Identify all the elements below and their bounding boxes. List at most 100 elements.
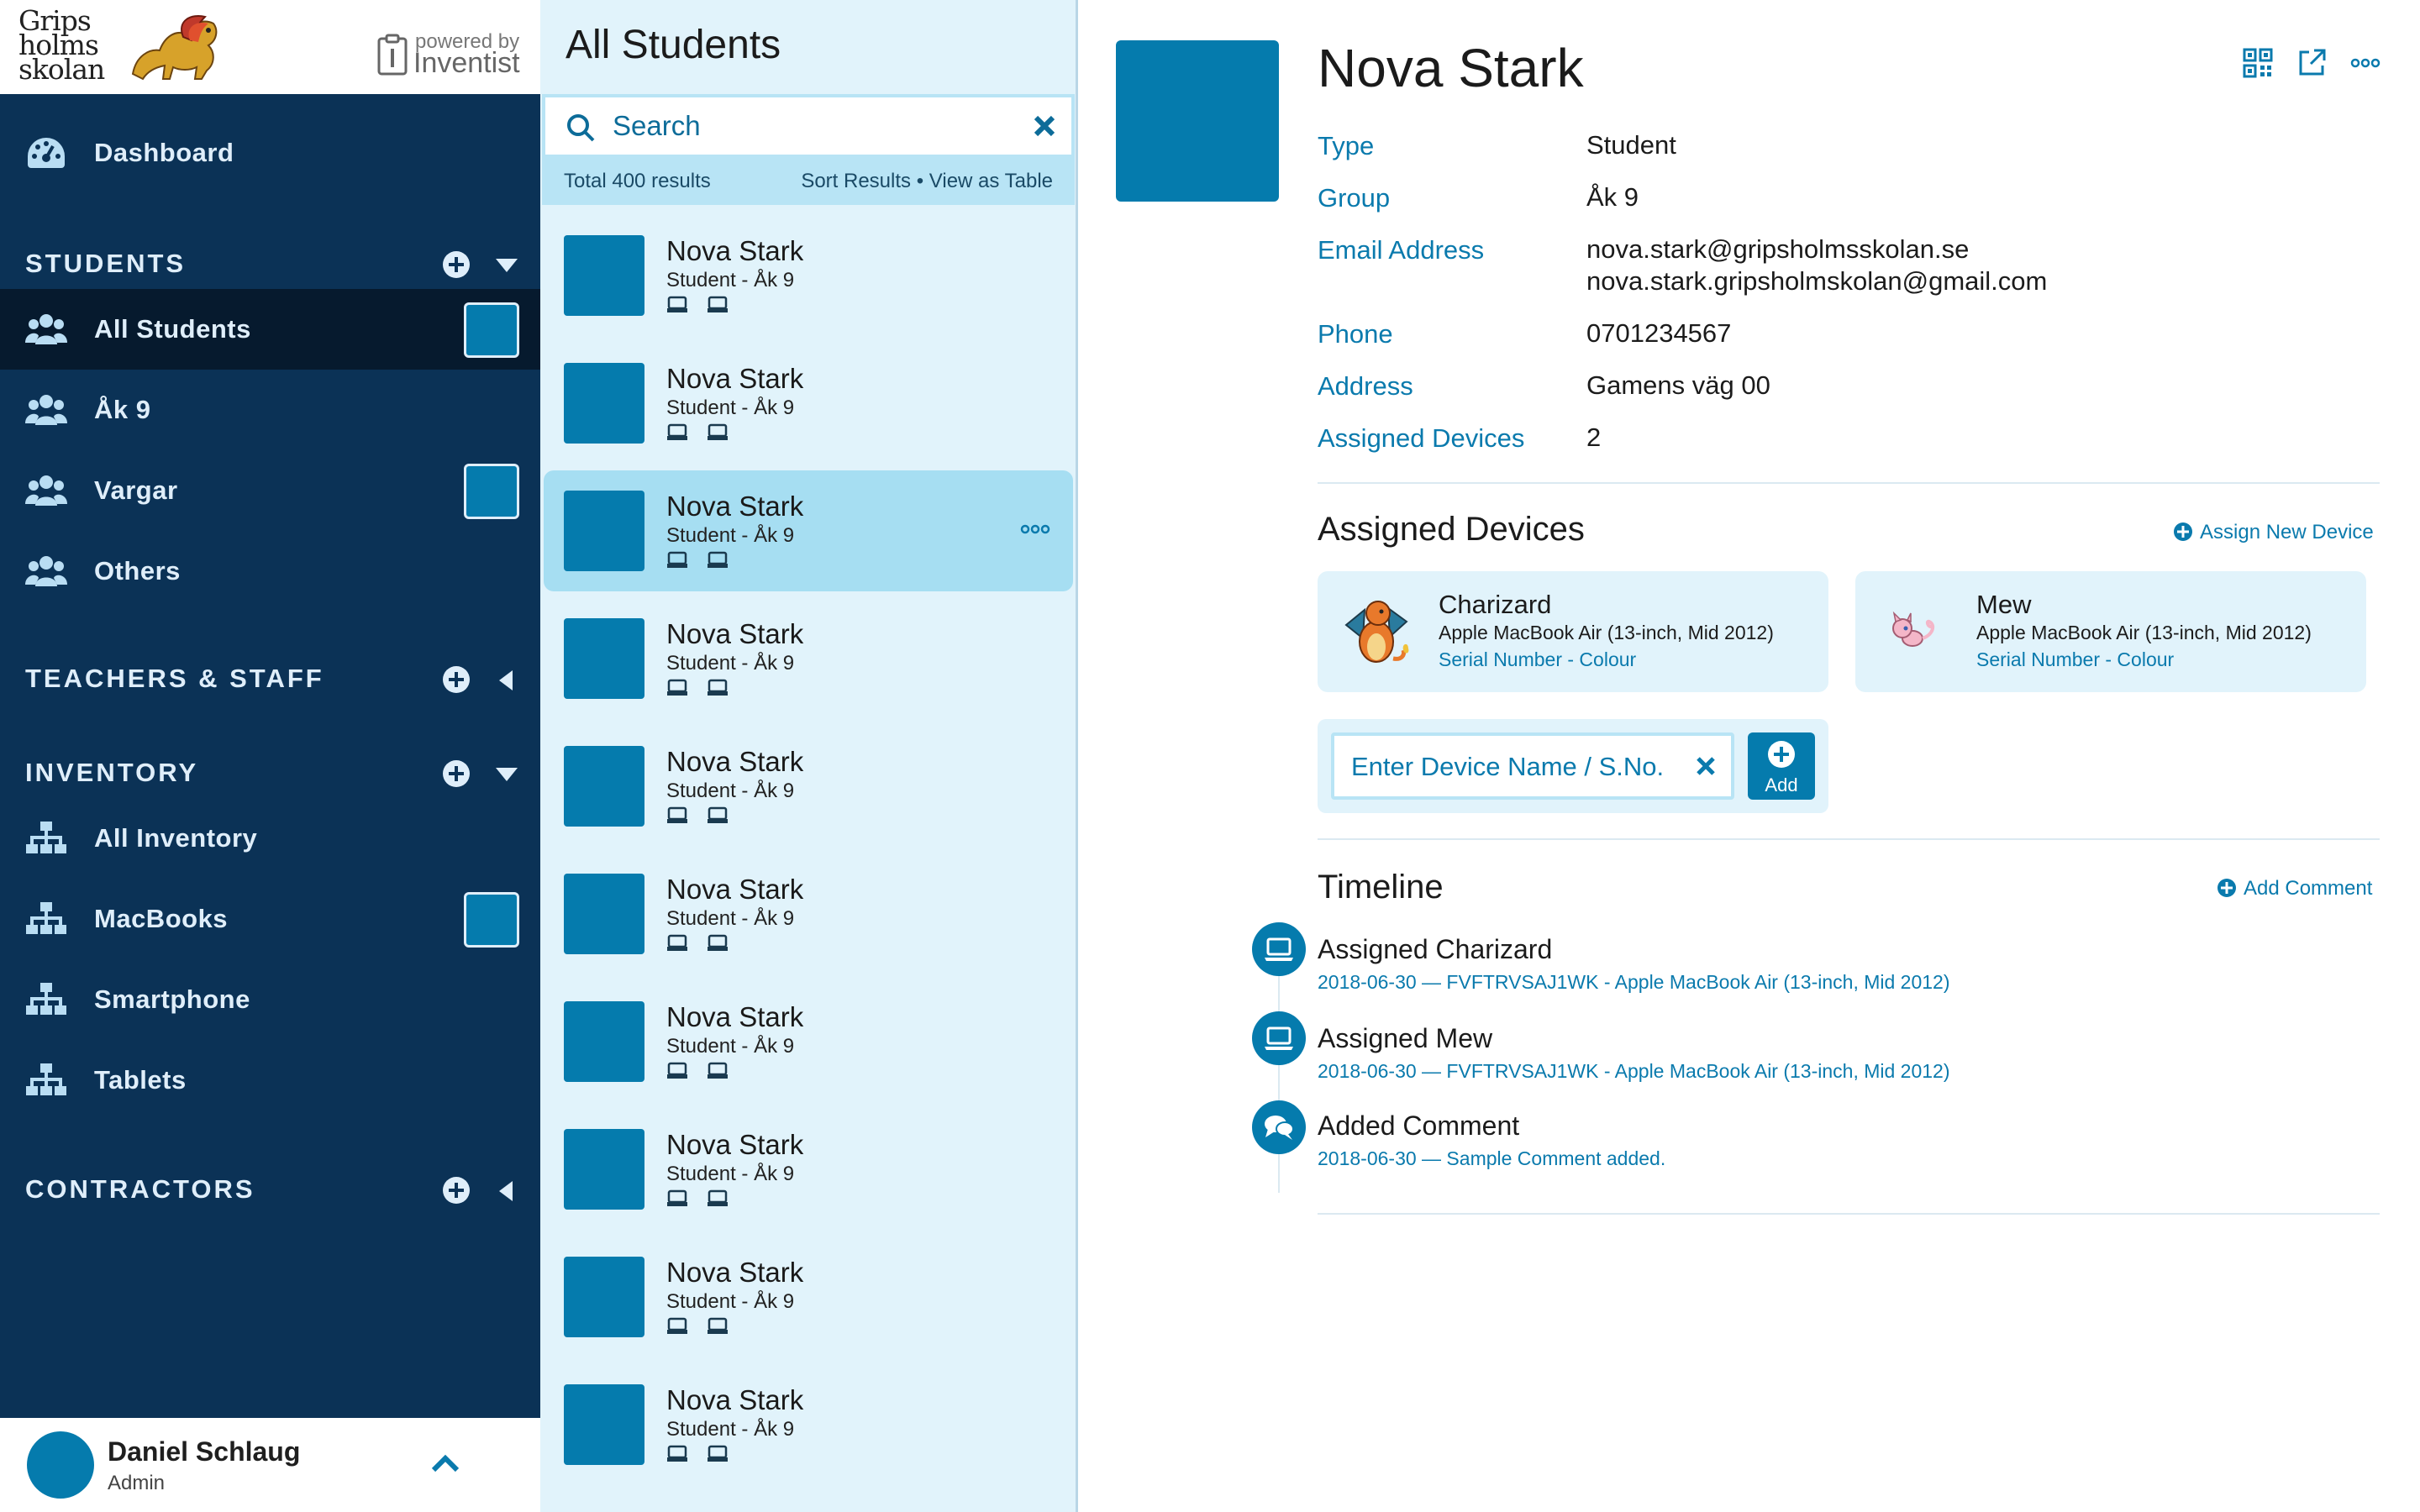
student-list-item[interactable]: Nova Stark Student - Åk 9: [544, 343, 1073, 464]
caret-left-icon[interactable]: [494, 1179, 519, 1203]
users-group-icon: [25, 395, 67, 425]
caret-left-icon[interactable]: [494, 669, 519, 692]
field-value-address: Gamens väg 00: [1586, 370, 1770, 400]
view-as-table-link[interactable]: View as Table: [929, 170, 1053, 192]
divider: [1318, 1213, 2380, 1215]
caret-down-icon[interactable]: [494, 254, 519, 277]
student-list-item[interactable]: Nova Stark Student - Åk 9: [544, 853, 1073, 974]
student-thumbnail: [564, 1129, 644, 1210]
caret-down-icon[interactable]: [494, 763, 519, 786]
external-link-icon[interactable]: [2296, 47, 2328, 79]
field-value-email[interactable]: nova.stark.gripsholmskolan@gmail.com: [1586, 265, 2047, 297]
laptop-icon: [666, 296, 688, 314]
student-subtitle: Student - Åk 9: [666, 1290, 795, 1313]
timeline-event-detail: 2018-06-30 — FVFTRVSAJ1WK - Apple MacBoo…: [1318, 971, 1950, 993]
add-circle-icon: [2174, 522, 2192, 541]
student-subtitle: Student - Åk 9: [666, 907, 795, 930]
nav-smartphone[interactable]: Smartphone: [0, 959, 540, 1040]
nav-all-inventory[interactable]: All Inventory: [0, 798, 540, 879]
laptop-icon: [707, 934, 729, 953]
sidebar: Grips holms skolan powered by Inventist: [0, 0, 540, 1512]
sitemap-icon: [26, 902, 66, 934]
charizard-image: [1344, 601, 1409, 663]
field-label-email: Email Address: [1318, 235, 1485, 265]
device-card[interactable]: Charizard Apple MacBook Air (13-inch, Mi…: [1318, 571, 1828, 692]
more-options-icon[interactable]: [2349, 47, 2381, 79]
nav-all-students[interactable]: All Students: [0, 289, 540, 370]
timeline-event-detail: 2018-06-30 — FVFTRVSAJ1WK - Apple MacBoo…: [1318, 1060, 1950, 1082]
laptop-icon: [707, 1189, 729, 1208]
add-device-button[interactable]: Add: [1748, 732, 1815, 800]
qr-code-icon[interactable]: [2242, 47, 2274, 79]
sort-results-link[interactable]: Sort Results: [801, 170, 911, 192]
laptop-icon: [1265, 937, 1293, 961]
nav-label: Vargar: [94, 475, 178, 505]
assign-device-form: Add: [1318, 719, 1828, 813]
student-name: Nova Stark: [666, 746, 804, 777]
laptop-icon: [1265, 1026, 1293, 1050]
student-list-item[interactable]: Nova Stark Student - Åk 9: [544, 1109, 1073, 1230]
laptop-icon: [707, 1445, 729, 1463]
student-list-item[interactable]: Nova Stark Student - Åk 9: [544, 981, 1073, 1102]
student-photo: [1116, 40, 1279, 202]
laptop-icon: [666, 551, 688, 570]
add-circle-icon[interactable]: [442, 759, 471, 788]
student-thumbnail: [564, 1384, 644, 1465]
users-group-icon: [25, 314, 67, 344]
close-icon[interactable]: [1033, 114, 1056, 138]
assign-new-device-button[interactable]: Assign New Device: [2173, 521, 2374, 544]
timeline-event-icon: [1252, 1011, 1306, 1065]
search-input[interactable]: [613, 106, 982, 146]
student-list-item[interactable]: Nova Stark Student - Åk 9: [544, 726, 1073, 847]
field-value-email[interactable]: nova.stark@gripsholmsskolan.se: [1586, 234, 1969, 265]
nav-others[interactable]: Others: [0, 531, 540, 612]
field-value-group: Åk 9: [1586, 182, 1639, 212]
device-card[interactable]: Mew Apple MacBook Air (13-inch, Mid 2012…: [1855, 571, 2366, 692]
nav-label: All Inventory: [94, 823, 258, 853]
student-thumbnail: [564, 1001, 644, 1082]
student-list-item[interactable]: Nova Stark Student - Åk 9: [544, 1364, 1073, 1485]
timeline-event-title: Assigned Mew: [1318, 1023, 1493, 1053]
section-contractors: CONTRACTORS: [0, 1164, 540, 1215]
nav-ak9[interactable]: Åk 9: [0, 370, 540, 450]
chevron-up-icon[interactable]: [430, 1450, 460, 1475]
student-subtitle: Student - Åk 9: [666, 269, 795, 291]
nav-macbooks[interactable]: MacBooks: [0, 879, 540, 959]
add-circle-icon: [1768, 741, 1795, 768]
close-icon[interactable]: [1696, 756, 1716, 776]
section-inventory: INVENTORY: [0, 748, 540, 798]
student-list-item[interactable]: Nova Stark Student - Åk 9: [544, 1236, 1073, 1357]
student-name: Nova Stark: [666, 1129, 804, 1160]
device-search-field: [1331, 732, 1734, 800]
student-subtitle: Student - Åk 9: [666, 524, 795, 547]
assign-new-device-label: Assign New Device: [2200, 521, 2374, 543]
student-thumbnail: [564, 235, 644, 316]
school-logo[interactable]: Grips holms skolan: [18, 7, 105, 83]
user-menu[interactable]: Daniel Schlaug Admin: [0, 1418, 540, 1512]
timeline-title: Timeline: [1318, 869, 1444, 906]
laptop-icon: [707, 296, 729, 314]
laptop-icon: [666, 806, 688, 825]
griffin-logo-icon: [131, 15, 218, 81]
more-options-icon[interactable]: [1019, 522, 1051, 536]
add-circle-icon[interactable]: [442, 1176, 471, 1205]
sitemap-icon: [26, 1063, 66, 1095]
nav-dashboard[interactable]: Dashboard: [0, 113, 540, 193]
nav-vargar[interactable]: Vargar: [0, 450, 540, 531]
add-circle-icon[interactable]: [442, 250, 471, 279]
add-comment-button[interactable]: Add Comment: [2217, 877, 2372, 900]
add-circle-icon[interactable]: [442, 665, 471, 694]
student-list-item[interactable]: Nova Stark Student - Åk 9: [544, 598, 1073, 719]
nav-label: Åk 9: [94, 395, 151, 424]
detail-panel: Nova Stark Type Student Group Åk 9 Email…: [1081, 0, 2420, 1512]
section-label: CONTRACTORS: [25, 1174, 255, 1204]
student-list-item[interactable]: Nova Stark Student - Åk 9: [544, 470, 1073, 591]
laptop-icon: [707, 1062, 729, 1080]
result-actions: Sort Results • View as Table: [801, 158, 1053, 205]
device-name-input[interactable]: [1351, 748, 1687, 786]
student-list-item[interactable]: Nova Stark Student - Åk 9: [544, 215, 1073, 336]
nav-label: Smartphone: [94, 984, 250, 1014]
student-name: Nova Stark: [666, 1001, 804, 1032]
nav-tablets[interactable]: Tablets: [0, 1040, 540, 1121]
laptop-icon: [666, 1189, 688, 1208]
